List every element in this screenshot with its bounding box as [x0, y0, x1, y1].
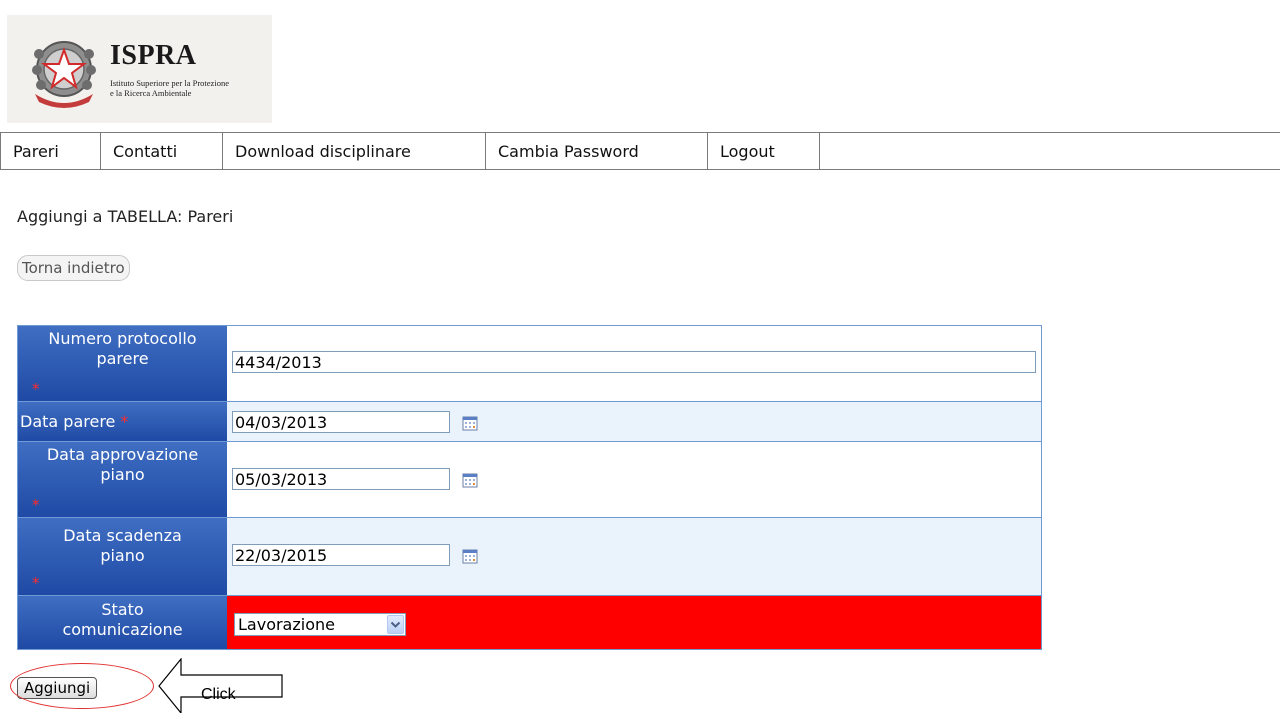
- field-cell: [227, 518, 1041, 595]
- emblem-logo: [32, 41, 96, 108]
- field-label-text: Data scadenza: [63, 526, 182, 545]
- required-marker: *: [120, 411, 129, 431]
- page-title: Aggiungi a TABELLA: Pareri: [17, 207, 234, 226]
- numero-protocollo-input[interactable]: [232, 351, 1036, 373]
- calendar-icon[interactable]: [462, 472, 478, 488]
- calendar-icon[interactable]: [462, 548, 478, 564]
- field-label: Numero protocollo parere *: [18, 326, 227, 401]
- stato-comunicazione-select[interactable]: Lavorazione: [234, 613, 406, 636]
- field-label-text: parere: [96, 349, 149, 368]
- field-label-text: Stato: [101, 600, 144, 619]
- form-row: Numero protocollo parere *: [18, 326, 1041, 401]
- form-row: Data parere *: [18, 401, 1041, 441]
- form-row: Data approvazione piano *: [18, 441, 1041, 517]
- nav-item-contatti[interactable]: Contatti: [101, 133, 223, 169]
- chevron-down-icon[interactable]: [387, 615, 404, 634]
- select-value: Lavorazione: [238, 615, 335, 634]
- logo-name: ISPRA: [110, 40, 197, 71]
- nav-item-cambia-password[interactable]: Cambia Password: [486, 133, 708, 169]
- calendar-icon[interactable]: [462, 415, 478, 431]
- required-marker: *: [32, 496, 40, 514]
- field-label-text: Numero protocollo: [48, 329, 197, 348]
- data-approvazione-input[interactable]: [232, 468, 450, 490]
- back-button[interactable]: Torna indietro: [17, 255, 130, 281]
- field-cell: [227, 402, 1041, 441]
- form-row: Data scadenza piano *: [18, 517, 1041, 595]
- logo-subtitle: e la Ricerca Ambientale: [110, 88, 192, 98]
- field-label-text: Data approvazione: [46, 445, 199, 464]
- page: ISPRA Istituto Superiore per la Protezio…: [0, 0, 1280, 713]
- field-label-text: comunicazione: [62, 620, 183, 639]
- field-label-text: piano: [100, 465, 145, 484]
- required-marker: *: [32, 574, 40, 592]
- field-label: Stato comunicazione: [18, 596, 227, 649]
- field-cell: [227, 442, 1041, 517]
- field-label: Data parere *: [18, 402, 227, 441]
- add-button[interactable]: Aggiungi: [17, 677, 98, 699]
- nav-item-logout[interactable]: Logout: [708, 133, 820, 169]
- field-label-text: Data parere: [20, 411, 116, 431]
- field-cell: [227, 326, 1041, 401]
- logo-subtitle: Istituto Superiore per la Protezione: [110, 78, 229, 88]
- required-marker: *: [32, 380, 40, 398]
- nav-item-download-disciplinare[interactable]: Download disciplinare: [223, 133, 486, 169]
- form-row: Stato comunicazione Lavorazione: [18, 595, 1041, 649]
- main-nav: Pareri Contatti Download disciplinare Ca…: [0, 132, 1280, 170]
- field-cell: Lavorazione: [227, 596, 1041, 649]
- nav-item-pareri[interactable]: Pareri: [0, 133, 101, 169]
- form-table: Numero protocollo parere * Data parere *: [17, 325, 1042, 650]
- field-label-text: piano: [100, 546, 145, 565]
- data-parere-input[interactable]: [232, 411, 450, 433]
- ispra-logo: ISPRA Istituto Superiore per la Protezio…: [7, 15, 272, 123]
- field-label: Data scadenza piano *: [18, 518, 227, 595]
- field-label: Data approvazione piano *: [18, 442, 227, 517]
- data-scadenza-input[interactable]: [232, 544, 450, 566]
- annotation-label: Click: [201, 686, 236, 703]
